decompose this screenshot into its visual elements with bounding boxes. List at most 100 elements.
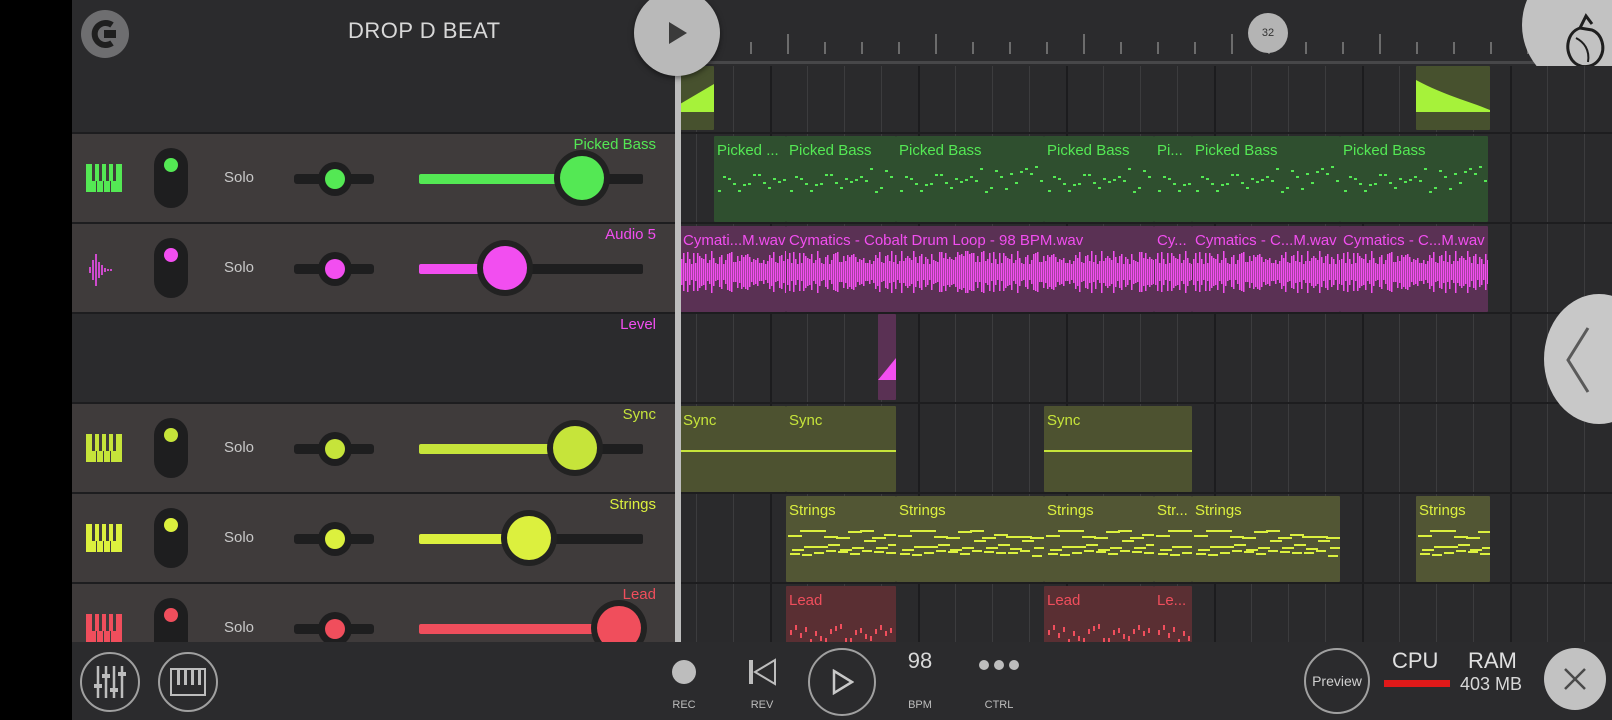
clip-content [1194, 530, 1340, 557]
mute-toggle[interactable] [154, 418, 188, 478]
track-row-lead[interactable]: Lead Solo [72, 584, 676, 642]
bpm-value[interactable]: 98 [890, 648, 950, 674]
preview-button[interactable]: Preview [1304, 648, 1370, 714]
track-row-sync[interactable]: Sync Solo [72, 404, 676, 494]
playlist-clip[interactable]: Strings [1416, 496, 1490, 582]
playlist-clip[interactable]: Cymati...M.wav [680, 226, 786, 312]
pan-slider[interactable] [294, 522, 374, 556]
track-row-level[interactable]: Level [72, 314, 676, 404]
piano-roll-button[interactable] [158, 652, 218, 712]
solo-button[interactable]: Solo [224, 439, 254, 456]
clip-content [898, 530, 1044, 557]
track-name[interactable]: Level [620, 316, 656, 333]
playlist-clip[interactable]: Pi... [1154, 136, 1192, 222]
pan-knob[interactable] [318, 162, 352, 196]
solo-button[interactable]: Solo [224, 619, 254, 636]
playlist-area[interactable]: Picked ... Picked Bass Picked Bass Picked B… [676, 66, 1612, 642]
track-row-picked-bass[interactable]: Picked Bass Solo [72, 134, 676, 224]
volume-slider[interactable] [419, 600, 647, 642]
ruler-tick [1305, 42, 1307, 54]
playlist-clip[interactable]: Picked Bass [786, 136, 896, 222]
volume-knob[interactable] [477, 240, 533, 296]
mute-toggle[interactable] [154, 598, 188, 642]
volume-knob[interactable] [591, 600, 647, 642]
volume-knob[interactable] [547, 420, 603, 476]
pan-slider[interactable] [294, 252, 374, 286]
playlist-clip[interactable]: Cymatics - C...M.wav [1340, 226, 1488, 312]
bottom-toolbar: REC REV 98 BPM CTRL Preview CPU RAM 403 … [72, 642, 1612, 720]
automation-clip[interactable] [680, 66, 714, 130]
volume-knob[interactable] [501, 510, 557, 566]
playlist-clip[interactable]: Strings [786, 496, 896, 582]
playlist-clip[interactable]: Lead [1044, 586, 1154, 642]
level-automation-clip[interactable] [878, 314, 896, 400]
playlist-clip[interactable]: Strings [1192, 496, 1340, 582]
undo-magnet-icon [91, 20, 116, 48]
volume-fill [419, 174, 559, 184]
pan-slider[interactable] [294, 432, 374, 466]
track-name[interactable]: Sync [623, 406, 656, 423]
playlist-clip[interactable]: Cymatics - Cobalt Drum Loop - 98 BPM.wav [786, 226, 1154, 312]
playlist-clip[interactable]: Picked Bass [1044, 136, 1154, 222]
play-button[interactable] [808, 648, 876, 716]
playlist-clip[interactable]: Lead [786, 586, 896, 642]
playlist-clip[interactable]: Picked Bass [1192, 136, 1340, 222]
playhead[interactable] [675, 66, 681, 642]
volume-slider[interactable] [419, 240, 643, 296]
automation-curve [1416, 80, 1490, 112]
playlist-clip[interactable]: Picked Bass [1340, 136, 1488, 222]
playlist-clip[interactable]: Cy... [1154, 226, 1192, 312]
playlist-clip[interactable]: Sync [786, 406, 896, 492]
pan-slider[interactable] [294, 612, 374, 642]
playlist-clip[interactable]: Picked ... [714, 136, 786, 222]
playlist-clip[interactable]: Sync [1044, 406, 1192, 492]
clip-content [1046, 530, 1154, 556]
solo-button[interactable]: Solo [224, 529, 254, 546]
automation-clip[interactable] [1416, 66, 1490, 130]
playlist-clip[interactable]: Sync [680, 406, 786, 492]
solo-button[interactable]: Solo [224, 259, 254, 276]
project-title[interactable]: DROP D BEAT [348, 18, 501, 44]
ruler-tick [1453, 42, 1455, 54]
playlist-clip[interactable]: Str... [1154, 496, 1192, 582]
playlist-clip[interactable]: Strings [1044, 496, 1154, 582]
lane-level[interactable] [676, 314, 1612, 404]
clip-content [790, 168, 893, 193]
track-name[interactable]: Audio 5 [605, 226, 656, 243]
volume-slider[interactable] [419, 150, 643, 206]
mute-toggle[interactable] [154, 148, 188, 208]
playlist-clip[interactable]: Le... [1154, 586, 1192, 642]
playlist-clip[interactable]: Cymatics - C...M.wav [1192, 226, 1340, 312]
track-name[interactable]: Strings [609, 496, 656, 513]
playlist-clip[interactable]: Strings [896, 496, 1044, 582]
pan-knob[interactable] [318, 612, 352, 642]
close-button[interactable] [1544, 648, 1606, 710]
chevron-left-icon [1566, 327, 1590, 393]
mute-toggle[interactable] [154, 508, 188, 568]
pan-slider[interactable] [294, 162, 374, 196]
track-row-strings[interactable]: Strings Solo [72, 494, 676, 584]
volume-knob[interactable] [554, 150, 610, 206]
more-dots-icon[interactable] [978, 658, 1020, 676]
record-button[interactable] [672, 660, 696, 684]
track-row-automation[interactable] [72, 66, 676, 134]
ruler-tick [1231, 34, 1233, 54]
mute-toggle[interactable] [154, 238, 188, 298]
playlist-clip[interactable]: Picked Bass [896, 136, 1044, 222]
solo-button[interactable]: Solo [224, 169, 254, 186]
pan-knob[interactable] [318, 432, 352, 466]
volume-slider[interactable] [419, 420, 643, 476]
song-position-marker[interactable]: 32 [1248, 13, 1288, 53]
rewind-icon[interactable] [747, 658, 777, 686]
mute-indicator [164, 158, 178, 172]
mixer-button[interactable] [80, 652, 140, 712]
close-icon [1564, 668, 1586, 690]
volume-slider[interactable] [419, 510, 643, 566]
clip-content [1044, 450, 1192, 452]
pan-knob[interactable] [318, 522, 352, 556]
app-menu-button[interactable] [81, 10, 129, 58]
pan-knob[interactable] [318, 252, 352, 286]
timeline-ruler[interactable] [676, 0, 1603, 66]
track-row-audio-5[interactable]: Audio 5 Solo [72, 224, 676, 314]
ruler-tick [1194, 42, 1196, 54]
